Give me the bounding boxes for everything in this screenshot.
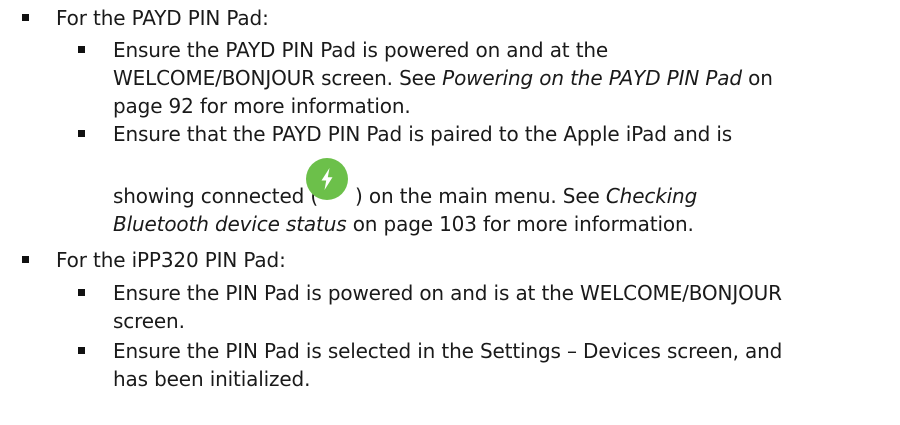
bullet-marker <box>78 347 85 354</box>
payd-item1-text: on <box>741 66 773 90</box>
connected-bolt-svg <box>306 158 348 200</box>
bullet-marker <box>22 256 29 263</box>
ipp-item1-line2: screen. <box>113 309 185 333</box>
payd-item2-text: ) on the main menu. See <box>355 184 606 208</box>
ipp-item2-line2: has been initialized. <box>113 367 311 391</box>
bullet-marker <box>78 46 85 53</box>
payd-item2-line3: Bluetooth device status on page 103 for … <box>113 210 694 238</box>
powering-on-reference: Powering on the PAYD PIN Pad <box>442 66 742 90</box>
payd-item1-text: WELCOME/BONJOUR screen. See <box>113 66 443 90</box>
payd-item2-line2-left: showing connected ( <box>113 184 319 208</box>
ipp-item2-line1: Ensure the PIN Pad is selected in the Se… <box>113 339 783 363</box>
bluetooth-status-reference: Bluetooth device status <box>113 212 347 236</box>
ipp-heading: For the iPP320 PIN Pad: <box>56 248 286 272</box>
payd-item2-line1: Ensure that the PAYD PIN Pad is paired t… <box>113 122 733 146</box>
payd-item2-text: on page 103 for more information. <box>346 212 694 236</box>
connected-bolt-icon <box>303 155 351 203</box>
payd-item1-line1: Ensure the PAYD PIN Pad is powered on an… <box>113 38 609 62</box>
bullet-marker <box>78 289 85 296</box>
payd-heading: For the PAYD PIN Pad: <box>56 6 269 30</box>
checking-reference: Checking <box>605 184 698 208</box>
payd-item1-line3: page 92 for more information. <box>113 94 411 118</box>
document-page: For the PAYD PIN Pad: Ensure the PAYD PI… <box>0 0 900 425</box>
payd-item2-line2-right: ) on the main menu. See Checking <box>355 182 697 210</box>
bullet-marker <box>22 14 29 21</box>
payd-item1-line2: WELCOME/BONJOUR screen. See Powering on … <box>113 64 773 92</box>
ipp-item1-line1: Ensure the PIN Pad is powered on and is … <box>113 281 782 305</box>
bullet-marker <box>78 130 85 137</box>
